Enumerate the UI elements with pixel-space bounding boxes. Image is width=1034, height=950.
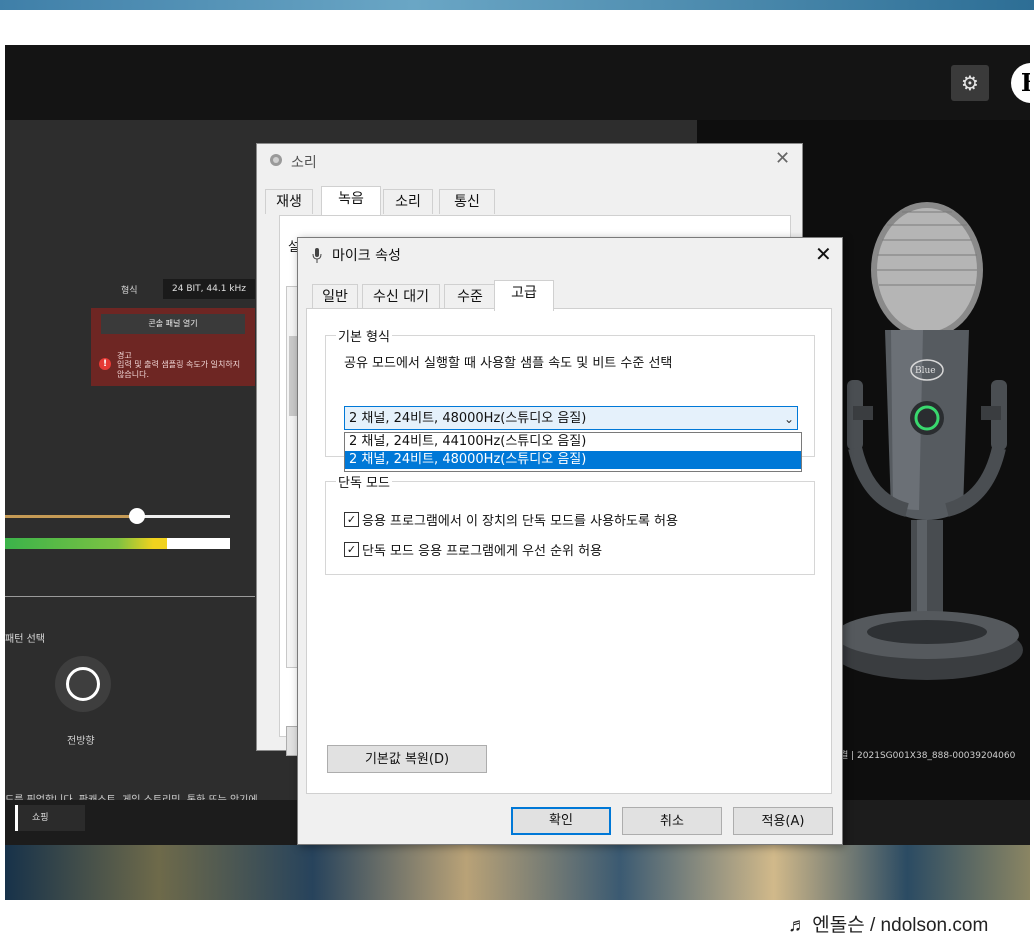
mic-brand-badge: Blue xyxy=(915,366,936,376)
top-image-strip xyxy=(0,0,1034,10)
microphone-image xyxy=(831,202,1023,680)
pattern-name: 전방향 xyxy=(67,736,95,747)
app-header: ⚙ B xyxy=(5,45,1030,120)
sound-dialog-title: 소리 xyxy=(291,155,317,171)
pattern-select-label: 패턴 선택 xyxy=(5,634,45,645)
apply-button[interactable]: 적용(A) xyxy=(733,807,833,835)
checkbox-allow-exclusive[interactable]: ✓ xyxy=(344,512,359,527)
speaker-icon xyxy=(270,154,282,166)
tab-playback[interactable]: 재생 xyxy=(265,189,313,214)
checkbox-exclusive-priority[interactable]: ✓ xyxy=(344,542,359,557)
shop-button[interactable]: 쇼핑 xyxy=(15,805,85,831)
exclusive-mode-label: 단독 모드 xyxy=(336,472,392,491)
exclusive-mode-group: 단독 모드 ✓ 응용 프로그램에서 이 장치의 단독 모드를 사용하도록 허용 … xyxy=(325,472,815,575)
tab-levels[interactable]: 수준 xyxy=(444,284,496,309)
warning-text: 입력 및 출력 샘플링 속도가 일치하지 않습니다. xyxy=(117,360,241,379)
tab-listen[interactable]: 수신 대기 xyxy=(362,284,440,309)
chevron-down-icon[interactable]: ⌄ xyxy=(784,412,794,426)
default-format-description: 공유 모드에서 실행할 때 사용할 샘플 속도 및 비트 수준 선택 xyxy=(344,356,673,371)
exclusive-priority-label: 단독 모드 응용 프로그램에게 우선 순위 허용 xyxy=(362,544,603,559)
tab-recording[interactable]: 녹음 xyxy=(321,186,381,216)
mic-tabs: 일반 수신 대기 수준 고급 xyxy=(306,280,566,311)
background-photo-strip xyxy=(5,845,1030,900)
format-value: 24 BIT, 44.1 kHz xyxy=(163,279,255,299)
default-format-select[interactable]: 2 채널, 24비트, 48000Hz(스튜디오 음질) xyxy=(344,406,798,430)
open-console-panel-button[interactable]: 콘솔 패널 열기 xyxy=(101,314,245,334)
format-option[interactable]: 2 채널, 24비트, 44100Hz(스튜디오 음질) xyxy=(345,433,801,451)
warning-icon: ! xyxy=(99,358,111,370)
format-dropdown-list: 2 채널, 24비트, 44100Hz(스튜디오 음질) 2 채널, 24비트,… xyxy=(344,432,802,472)
tab-communications[interactable]: 통신 xyxy=(439,189,495,214)
tab-advanced[interactable]: 고급 xyxy=(494,280,554,311)
gain-slider-handle[interactable] xyxy=(129,508,145,524)
advanced-tab-panel: 기본 형식 공유 모드에서 실행할 때 사용할 샘플 속도 및 비트 수준 선택… xyxy=(306,308,832,794)
sample-rate-warning: 콘솔 패널 열기 ! 경고 입력 및 출력 샘플링 속도가 일치하지 않습니다. xyxy=(91,308,255,386)
tab-general[interactable]: 일반 xyxy=(312,284,358,309)
omnidirectional-icon xyxy=(66,667,100,701)
tab-sounds[interactable]: 소리 xyxy=(383,189,433,214)
microphone-icon xyxy=(312,248,322,263)
watermark: ♬ 엔돌슨 / ndolson.com xyxy=(788,915,989,936)
mic-properties-dialog: 마이크 속성 ✕ 일반 수신 대기 수준 고급 기본 형식 공유 모드에서 실행… xyxy=(297,237,843,845)
close-icon[interactable]: ✕ xyxy=(775,148,790,169)
divider xyxy=(5,596,255,597)
close-icon[interactable]: ✕ xyxy=(815,242,832,266)
allow-exclusive-label: 응용 프로그램에서 이 장치의 단독 모드를 사용하도록 허용 xyxy=(362,514,678,529)
mic-dialog-title: 마이크 속성 xyxy=(332,248,401,264)
ok-button[interactable]: 확인 xyxy=(511,807,611,835)
format-label: 형식 xyxy=(121,286,138,296)
default-format-label: 기본 형식 xyxy=(336,326,392,345)
gain-slider-fill xyxy=(5,515,137,518)
restore-defaults-button[interactable]: 기본값 복원(D) xyxy=(327,745,487,773)
input-level-meter xyxy=(5,538,230,549)
gear-icon[interactable]: ⚙ xyxy=(951,65,989,101)
default-format-group: 기본 형식 공유 모드에서 실행할 때 사용할 샘플 속도 및 비트 수준 선택… xyxy=(325,326,815,472)
blue-logo-icon: B xyxy=(1011,63,1030,103)
serial-info: 결 | 2021SG001X38_888-00039204060 xyxy=(840,751,1016,761)
sound-tabs: 재생 녹음 소리 통신 xyxy=(265,186,785,216)
cancel-button[interactable]: 취소 xyxy=(622,807,722,835)
format-option-selected[interactable]: 2 채널, 24비트, 48000Hz(스튜디오 음질) xyxy=(345,451,801,469)
